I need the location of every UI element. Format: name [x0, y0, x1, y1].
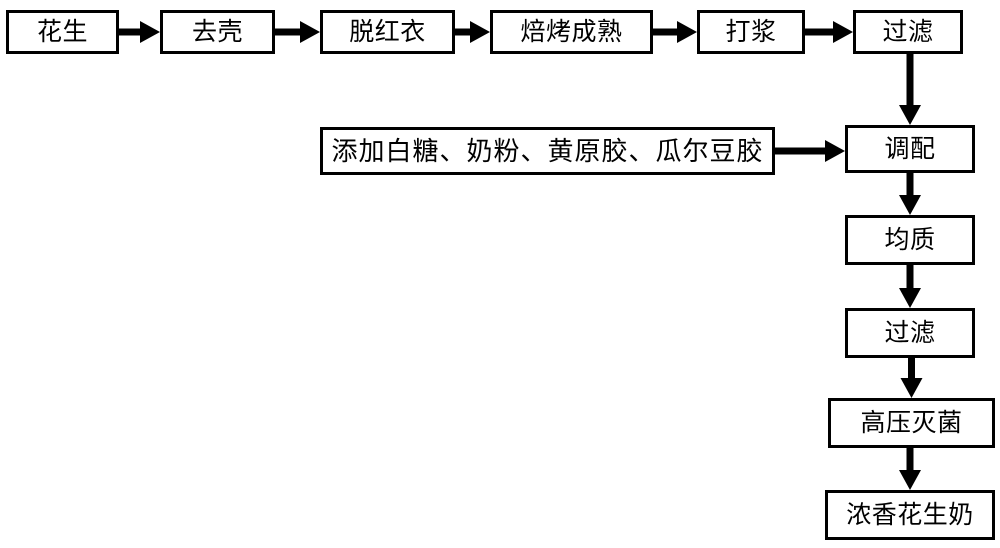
process-node-n2: 去壳 — [160, 10, 275, 54]
connector-e2 — [275, 21, 320, 43]
connector-e11 — [899, 448, 921, 490]
arrowhead-e6 — [899, 105, 921, 125]
connector-e8 — [899, 173, 921, 215]
arrowhead-e9 — [899, 288, 921, 308]
arrowhead-e5 — [833, 21, 853, 43]
arrowhead-e4 — [677, 21, 697, 43]
process-node-label: 浓香花生奶 — [846, 500, 974, 529]
arrowhead-e1 — [140, 21, 160, 43]
arrowhead-e8 — [899, 195, 921, 215]
process-node-n3: 脱红衣 — [320, 10, 455, 54]
process-node-n10: 过滤 — [845, 308, 975, 358]
connector-e1 — [119, 21, 160, 43]
process-node-label: 脱红衣 — [349, 17, 426, 46]
process-node-n9: 均质 — [845, 215, 975, 265]
connector-e5 — [805, 21, 853, 43]
connector-e3 — [455, 21, 490, 43]
process-node-label: 添加白糖、奶粉、黄原胶、瓜尔豆胶 — [331, 136, 764, 166]
process-node-n7: 添加白糖、奶粉、黄原胶、瓜尔豆胶 — [320, 127, 775, 175]
process-node-label: 过滤 — [882, 17, 934, 46]
connector-e9 — [899, 265, 921, 308]
process-node-n8: 调配 — [845, 125, 975, 173]
process-node-n1: 花生 — [6, 10, 119, 54]
process-node-label: 过滤 — [884, 318, 936, 347]
process-node-label: 花生 — [36, 17, 88, 46]
process-node-n11: 高压灭菌 — [828, 398, 995, 448]
connector-e4 — [653, 21, 697, 43]
process-flowchart: 花生 去壳 脱红衣 焙烤成熟 打浆 过滤 添加白糖、奶粉、黄原胶、瓜尔豆胶 调配 均质 过滤 高压灭… — [0, 0, 1000, 548]
connector-e10 — [900, 358, 923, 398]
process-node-label: 调配 — [884, 134, 936, 163]
process-node-label: 焙烤成熟 — [520, 17, 623, 46]
arrowhead-e10 — [900, 378, 923, 398]
process-node-label: 打浆 — [725, 17, 777, 46]
process-node-n5: 打浆 — [697, 10, 805, 54]
connector-layer — [119, 21, 923, 490]
process-node-label: 均质 — [884, 225, 936, 254]
connector-e7 — [775, 140, 845, 162]
connector-e6 — [899, 54, 921, 125]
arrowhead-e3 — [470, 21, 490, 43]
arrowhead-e11 — [899, 470, 921, 490]
arrowhead-e2 — [300, 21, 320, 43]
process-node-label: 去壳 — [191, 17, 243, 46]
process-node-n6: 过滤 — [853, 10, 963, 54]
process-node-label: 高压灭菌 — [860, 408, 963, 437]
arrowhead-e7 — [825, 140, 845, 162]
process-node-n4: 焙烤成熟 — [490, 10, 653, 54]
process-node-n12: 浓香花生奶 — [825, 490, 995, 540]
